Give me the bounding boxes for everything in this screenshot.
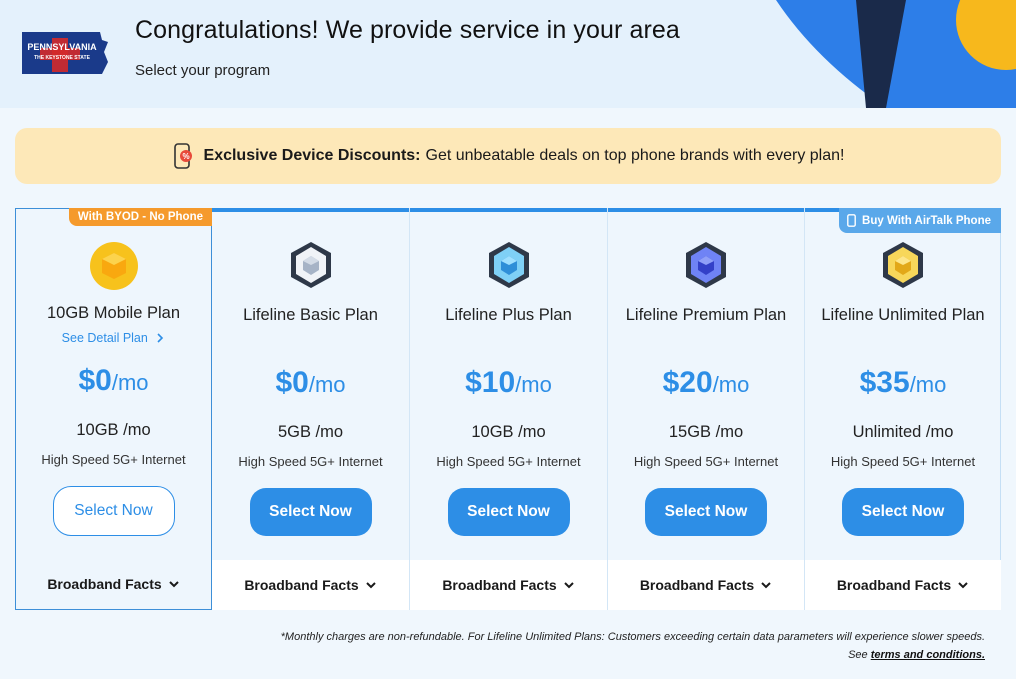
plan-card-lifeline-plus: Lifeline Plus Plan $10/mo 10GB /mo High … [409, 208, 607, 610]
terms-and-conditions-link[interactable]: terms and conditions. [871, 649, 985, 661]
plan-name: Lifeline Plus Plan [445, 306, 572, 324]
buy-with-airtalk-phone-tag: Buy With AirTalk Phone [839, 208, 1001, 233]
blue-hex-badge-icon [488, 242, 529, 288]
plan-data-allowance: 10GB /mo [76, 421, 151, 439]
select-now-button[interactable]: Select Now [52, 486, 175, 536]
cube-badge-icon [89, 242, 138, 290]
phone-discount-icon: % [173, 143, 192, 169]
silver-hex-badge-icon [290, 242, 331, 288]
device-discount-banner[interactable]: % Exclusive Device Discounts: Get unbeat… [15, 128, 1001, 184]
plan-price: $35/mo [859, 366, 947, 399]
plan-cards: With BYOD - No Phone 10GB Mobile Plan Se… [15, 208, 1001, 610]
select-now-button[interactable]: Select Now [249, 488, 372, 536]
svg-text:PENNSYLVANIA: PENNSYLVANIA [27, 42, 97, 52]
plan-speed: High Speed 5G+ Internet [41, 452, 186, 467]
chevron-down-icon [365, 582, 376, 589]
plan-price: $10/mo [465, 366, 552, 399]
broadband-facts-toggle[interactable]: Broadband Facts [608, 560, 804, 610]
select-now-button[interactable]: Select Now [447, 488, 570, 536]
decorative-shapes [776, 0, 1016, 108]
select-now-button[interactable]: Select Now [842, 488, 964, 536]
broadband-facts-toggle[interactable]: Broadband Facts [16, 559, 211, 609]
plans-section: % Exclusive Device Discounts: Get unbeat… [0, 108, 1016, 679]
plan-card-lifeline-basic: Lifeline Basic Plan $0/mo 5GB /mo High S… [212, 208, 409, 610]
plan-data-allowance: 15GB /mo [668, 423, 744, 441]
plan-speed: High Speed 5G+ Internet [238, 454, 383, 469]
gold-hex-badge-icon [883, 242, 923, 288]
plan-data-allowance: Unlimited /mo [852, 423, 954, 441]
pricing-footnote: *Monthly charges are non-refundable. For… [85, 628, 985, 664]
chevron-right-icon [157, 333, 164, 343]
hero-header: PENNSYLVANIA THE KEYSTONE STATE Congratu… [0, 0, 1016, 108]
plan-name: 10GB Mobile Plan [47, 304, 180, 322]
banner-bold-label: Exclusive Device Discounts: [203, 147, 421, 164]
plan-price: $20/mo [662, 366, 750, 399]
plan-speed: High Speed 5G+ Internet [436, 454, 581, 469]
plan-data-allowance: 5GB /mo [277, 423, 344, 441]
chevron-down-icon [563, 582, 574, 589]
broadband-facts-toggle[interactable]: Broadband Facts [212, 560, 409, 610]
banner-text: Get unbeatable deals on top phone brands… [425, 147, 845, 164]
chevron-down-icon [761, 582, 771, 589]
plan-card-lifeline-premium: Lifeline Premium Plan $20/mo 15GB /mo Hi… [607, 208, 804, 610]
plan-data-allowance: 10GB /mo [471, 423, 546, 441]
plan-price: $0/mo [78, 364, 149, 397]
page-subtitle: Select your program [135, 62, 271, 79]
plan-card-10gb-mobile: With BYOD - No Phone 10GB Mobile Plan Se… [15, 208, 212, 610]
pennsylvania-state-logo: PENNSYLVANIA THE KEYSTONE STATE [22, 32, 108, 74]
broadband-facts-toggle[interactable]: Broadband Facts [410, 560, 607, 610]
footnote-line: *Monthly charges are non-refundable. For… [280, 631, 985, 643]
select-now-button[interactable]: Select Now [645, 488, 767, 536]
plan-name: Lifeline Unlimited Plan [821, 306, 985, 324]
broadband-facts-toggle[interactable]: Broadband Facts [805, 560, 1001, 610]
page-title: Congratulations! We provide service in y… [135, 16, 680, 44]
see-detail-plan-link[interactable]: See Detail Plan [16, 331, 211, 345]
chevron-down-icon [168, 581, 179, 588]
plan-name: Lifeline Basic Plan [243, 306, 378, 324]
byod-tag: With BYOD - No Phone [68, 208, 212, 226]
footnote-terms-line: See terms and conditions. [848, 649, 985, 661]
phone-icon [847, 214, 856, 227]
chevron-down-icon [958, 582, 968, 589]
indigo-hex-badge-icon [686, 242, 726, 288]
plan-speed: High Speed 5G+ Internet [633, 454, 779, 469]
plan-speed: High Speed 5G+ Internet [830, 454, 976, 469]
plan-price: $0/mo [275, 366, 346, 399]
plan-name: Lifeline Premium Plan [625, 306, 787, 324]
svg-text:THE KEYSTONE STATE: THE KEYSTONE STATE [34, 55, 91, 61]
plan-card-lifeline-unlimited: Buy With AirTalk Phone Lifeline Unlimite… [804, 208, 1001, 610]
svg-text:%: % [182, 152, 189, 161]
